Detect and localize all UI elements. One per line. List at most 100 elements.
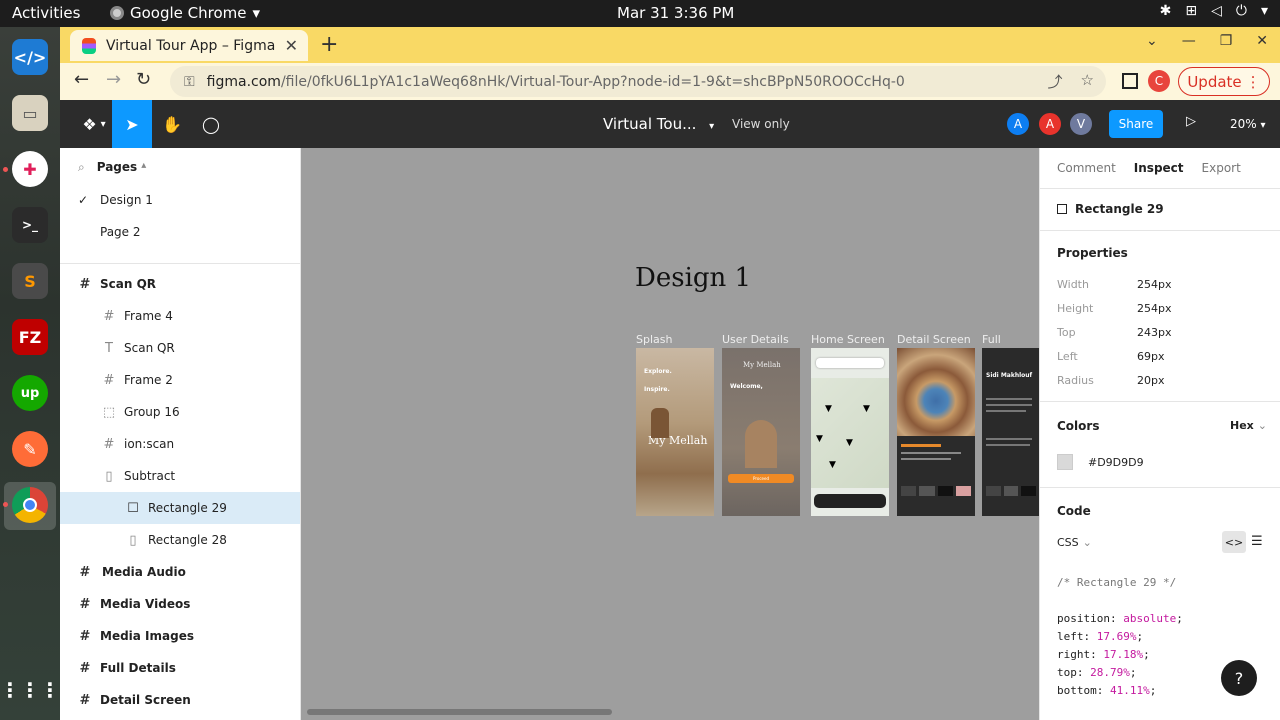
code-language-select[interactable]: CSS ⌄: [1057, 536, 1092, 549]
user-details-frame[interactable]: My Mellah Welcome, Proceed: [722, 348, 800, 516]
layer-row[interactable]: ⬚ Group 16: [60, 396, 300, 428]
address-bar[interactable]: ⚿ figma.com/file/0fkU6L1pYA1c1aWeq68nHk/…: [170, 66, 1106, 97]
layer-row[interactable]: # Frame 2: [60, 364, 300, 396]
forward-icon[interactable]: →: [106, 69, 121, 90]
horizontal-scrollbar[interactable]: [307, 709, 612, 715]
media-thumb[interactable]: [1003, 486, 1019, 496]
collaborator-avatar[interactable]: A: [1006, 112, 1030, 136]
activities-button[interactable]: Activities: [12, 4, 80, 22]
color-value[interactable]: #D9D9D9: [1088, 456, 1144, 469]
page-item-design-1[interactable]: ✓ Design 1: [60, 184, 300, 216]
media-thumb[interactable]: [919, 486, 935, 496]
frame-label[interactable]: Detail Screen: [897, 333, 971, 346]
system-tray[interactable]: ✱ ⊞ ◁ ⏻ ▾: [1160, 3, 1268, 19]
tab-search-icon[interactable]: ⌄: [1146, 33, 1158, 49]
media-thumb[interactable]: [1021, 486, 1037, 496]
browser-tab[interactable]: Virtual Tour App – Figma ✕: [70, 30, 308, 61]
map-pin-icon[interactable]: ▼: [863, 404, 870, 414]
layer-row-selected[interactable]: ☐ Rectangle 29: [60, 492, 300, 524]
share-icon[interactable]: ⤴: [1048, 71, 1063, 92]
present-icon[interactable]: ▷: [1186, 114, 1196, 129]
site-info-icon[interactable]: ⚿: [184, 74, 195, 90]
app-menu[interactable]: Google Chrome ▾: [110, 4, 260, 22]
frame-label[interactable]: Splash: [636, 333, 672, 346]
media-thumb[interactable]: [986, 486, 1001, 496]
side-panel-icon[interactable]: [1122, 73, 1138, 89]
color-format-select[interactable]: Hex ⌄: [1230, 419, 1267, 432]
layer-row[interactable]: # Media Audio: [60, 556, 300, 588]
reload-icon[interactable]: ↻: [136, 69, 151, 90]
design-canvas[interactable]: Design 1 Splash User Details Home Screen…: [301, 148, 1039, 720]
layer-row[interactable]: ▯ Rectangle 28: [60, 524, 300, 556]
prop-value[interactable]: 69px: [1137, 350, 1165, 363]
sublime-icon[interactable]: S: [12, 263, 48, 299]
map-search-input[interactable]: [816, 358, 884, 368]
slack-icon[interactable]: ✚: [12, 151, 48, 187]
tab-export[interactable]: Export: [1202, 161, 1241, 175]
media-thumb[interactable]: [901, 486, 917, 496]
move-tool[interactable]: ➤: [112, 100, 152, 148]
layer-row[interactable]: # Media Videos: [60, 588, 300, 620]
map-pin-icon[interactable]: ▼: [846, 438, 853, 448]
prop-value[interactable]: 254px: [1137, 278, 1172, 291]
update-button[interactable]: Update ⋮: [1178, 67, 1270, 96]
upwork-icon[interactable]: up: [12, 375, 48, 411]
postman-icon[interactable]: ✎: [12, 431, 48, 467]
filezilla-icon[interactable]: FZ: [12, 319, 48, 355]
code-view-icon[interactable]: <>: [1222, 531, 1246, 553]
search-icon[interactable]: ⌕: [78, 160, 85, 175]
help-button[interactable]: ?: [1221, 660, 1257, 696]
map-pin-icon[interactable]: ▼: [829, 460, 836, 470]
layer-row[interactable]: ▯ Subtract: [60, 460, 300, 492]
frame-label[interactable]: User Details: [722, 333, 789, 346]
layer-row[interactable]: # Full Details: [60, 652, 300, 684]
close-tab-icon[interactable]: ✕: [285, 36, 298, 55]
prop-value[interactable]: 20px: [1137, 374, 1165, 387]
home-screen-frame[interactable]: ▼ ▼ ▼ ▼ ▼: [811, 348, 889, 516]
layer-row[interactable]: # Scan QR: [60, 268, 300, 300]
file-title[interactable]: Virtual Tou... ▾: [603, 115, 714, 133]
clock[interactable]: Mar 31 3:36 PM: [617, 4, 734, 22]
pages-header[interactable]: ⌕ Pages ▴: [78, 160, 146, 175]
map-pin-icon[interactable]: ▼: [816, 434, 823, 444]
profile-avatar[interactable]: C: [1148, 70, 1170, 92]
comment-tool[interactable]: ◯: [191, 100, 231, 148]
proceed-button[interactable]: Proceed: [728, 474, 794, 483]
media-thumb[interactable]: [937, 486, 953, 496]
prop-value[interactable]: 243px: [1137, 326, 1172, 339]
color-swatch[interactable]: [1057, 454, 1073, 470]
close-window-icon[interactable]: ✕: [1256, 33, 1268, 49]
zoom-control[interactable]: 20% ▾: [1230, 117, 1266, 131]
full-details-frame[interactable]: Sidi Makhlouf: [982, 348, 1039, 516]
layer-row[interactable]: # Media Images: [60, 620, 300, 652]
prop-value[interactable]: 254px: [1137, 302, 1172, 315]
minimize-icon[interactable]: —: [1182, 33, 1196, 49]
terminal-icon[interactable]: >_: [12, 207, 48, 243]
frame-label[interactable]: Home Screen: [811, 333, 885, 346]
files-icon[interactable]: ▭: [12, 95, 48, 131]
bookmark-star-icon[interactable]: ☆: [1081, 71, 1094, 92]
layer-row[interactable]: # Detail Screen: [60, 684, 300, 716]
tab-comment[interactable]: Comment: [1057, 161, 1116, 175]
back-icon[interactable]: ←: [74, 69, 89, 90]
splash-frame[interactable]: Explore. Inspire. My Mellah: [636, 348, 714, 516]
restore-icon[interactable]: ❐: [1220, 33, 1233, 49]
map-pin-icon[interactable]: ▼: [825, 404, 832, 414]
figma-main-menu[interactable]: ❖ ▾: [70, 100, 118, 148]
show-apps-icon[interactable]: ⋮⋮⋮: [0, 672, 60, 708]
layer-row[interactable]: # ion:scan: [60, 428, 300, 460]
detail-screen-frame[interactable]: [897, 348, 975, 516]
vscode-icon[interactable]: </>: [12, 39, 48, 75]
collaborator-avatar[interactable]: V: [1069, 112, 1093, 136]
tab-inspect[interactable]: Inspect: [1134, 161, 1184, 175]
map-area[interactable]: [811, 378, 889, 488]
media-thumb[interactable]: [955, 486, 971, 496]
new-tab-button[interactable]: +: [320, 32, 338, 57]
layer-row[interactable]: T Scan QR: [60, 332, 300, 364]
layer-row[interactable]: # Frame 4: [60, 300, 300, 332]
chrome-dock-icon[interactable]: [12, 487, 48, 523]
share-button[interactable]: Share: [1109, 110, 1163, 138]
list-view-icon[interactable]: ☰: [1251, 534, 1263, 549]
collaborator-avatar[interactable]: A: [1038, 112, 1062, 136]
page-item-page-2[interactable]: Page 2: [60, 216, 300, 248]
